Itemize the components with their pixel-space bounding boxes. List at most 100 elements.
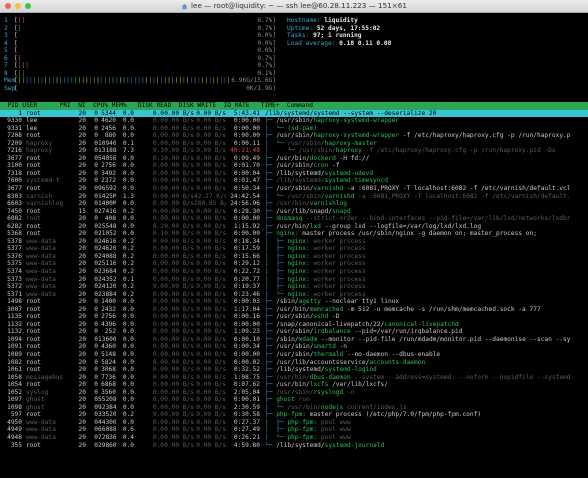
process-ni: 0 bbox=[86, 185, 98, 193]
process-tim: 0:00.00 bbox=[226, 215, 260, 223]
process-row[interactable]: 355 root 20 0 29860 0.0 0.0 0.00 B/s 0.00 B/s 4:5… bbox=[0, 442, 588, 450]
command-text: nginx: worker process bbox=[287, 291, 365, 298]
tree-branch: ├─ bbox=[265, 411, 276, 418]
process-row[interactable]: 5373 www-data 20 0 24352 0.1 0.0 0.00 B/s 0.00 B… bbox=[0, 276, 588, 284]
process-row[interactable]: 1094 root 20 0 13600 0.0 0.0 0.00 B/s 0.00 B/s 0:… bbox=[0, 336, 588, 344]
terminal[interactable]: 1 [|| 6.7%] 2 [| 0.7%] 3 [0.0%] 4 [0.0%] 5 [0.0%] 6 [… bbox=[0, 13, 588, 478]
process-tim: 0:00.34 bbox=[226, 343, 260, 351]
command-text: /usr/bin/memcached -m 512 -u memcache -s… bbox=[276, 306, 541, 313]
process-mem: 0.0 bbox=[116, 200, 134, 208]
process-cpu: 92384 bbox=[98, 404, 116, 412]
process-pri: 20 bbox=[70, 404, 86, 412]
process-row[interactable]: 1054 root 20 0 6868 0.0 0.0 0.00 B/s 0.00 B/s 0:0… bbox=[0, 381, 588, 389]
process-cpu: 252 bbox=[98, 328, 116, 336]
process-tim: 0:00.02 bbox=[226, 359, 260, 367]
process-row[interactable]: 4949 www-data 20 0 66088 0.6 0.0 0.00 B/s 0.00 B… bbox=[0, 426, 588, 434]
process-row[interactable]: 9331 lee 20 0 2456 0.0 0.0 0.00 B/s 0.00 B/s 0:00… bbox=[0, 125, 588, 133]
tree-branch: ├─ bbox=[265, 381, 276, 388]
process-row[interactable]: 5368 root 20 0 21052 0.0 0.1 0.00 B/s 0.00 B/s 0:… bbox=[0, 230, 588, 238]
process-row[interactable]: 5374 www-data 20 0 23684 0.2 0.0 0.00 B/s 0.00 B… bbox=[0, 268, 588, 276]
process-row[interactable]: 1089 root 20 0 5148 0.0 0.0 0.00 B/s 0.00 B/s 0:0… bbox=[0, 351, 588, 359]
process-row[interactable]: 1082 root 20 0 5824 0.0 0.0 0.00 B/s 0.00 B/s 0:0… bbox=[0, 359, 588, 367]
process-pid: 5368 bbox=[0, 230, 22, 238]
minimize-window-button[interactable] bbox=[15, 3, 21, 9]
process-row[interactable]: 1097 ghost 20 0 55208 0.0 0.0 0.00 B/s 0.00 B/s 0… bbox=[0, 396, 588, 404]
zoom-window-button[interactable] bbox=[25, 3, 31, 9]
process-cpu: 2756 bbox=[98, 313, 116, 321]
process-user: root bbox=[22, 343, 70, 351]
process-row[interactable]: 4950 www-data 20 0 44300 0.0 0.0 0.00 B/s 0.00 B… bbox=[0, 419, 588, 427]
process-row[interactable]: 1061 root 20 0 3068 0.0 0.0 0.00 B/s 0.00 B/s 0:3… bbox=[0, 366, 588, 374]
meter-bar: [|||||||||||||||||||||||||||||||||||||||… bbox=[14, 77, 231, 85]
process-row[interactable]: 7600 systemd-t 20 0 2372 0.0 0.0 0.00 B/s 0.00 B… bbox=[0, 177, 588, 185]
process-tim: 1:08.75 bbox=[226, 374, 260, 382]
process-ni: 0 bbox=[86, 110, 98, 118]
process-row[interactable]: 1052 syslog 20 0 3560 0.0 0.0 0.00 B/s 0.00 B/s 2… bbox=[0, 389, 588, 397]
process-cpu: 33520 bbox=[98, 411, 116, 419]
process-tim: 4:59.80 bbox=[226, 442, 260, 450]
process-row[interactable]: 7209 haproxy 20 0 10940 0.1 0.0 0.00 B/s 0.00 B/… bbox=[0, 140, 588, 148]
process-dr: 0.0 bbox=[134, 411, 164, 419]
process-row[interactable]: 1 root 20 0 5344 0.0 0.0 0.00 B/s 0.00 B/s 5:43.4… bbox=[0, 110, 588, 118]
process-row[interactable]: 6282 root 20 0 25548 0.0 0.2 0.00 B/s 0.00 B/s 1:… bbox=[0, 223, 588, 231]
process-mem: 0.0 bbox=[116, 215, 134, 223]
process-row[interactable]: 5378 www-data 20 0 24616 0.2 0.0 0.00 B/s 0.00 B… bbox=[0, 238, 588, 246]
process-ni: 0 bbox=[86, 132, 98, 140]
process-row[interactable]: 1058 messagebus 20 0 7736 0.0 0.0 0.00 B/s 0.00 … bbox=[0, 374, 588, 382]
process-row[interactable]: 1132 root 20 0 4396 0.0 0.0 0.00 B/s 0.00 B/s 0:0… bbox=[0, 321, 588, 329]
process-user: root bbox=[22, 132, 70, 140]
process-dio: 0.00 B/s bbox=[194, 245, 226, 253]
meter-label: 3 bbox=[4, 32, 14, 40]
process-cpu: 5148 bbox=[98, 351, 116, 359]
process-row[interactable]: 7208 root 20 0 880 0.0 0.0 0.00 B/s 0.00 B/s 0:00… bbox=[0, 132, 588, 140]
tree-branch: ├─ bbox=[265, 170, 276, 177]
process-pri: 20 bbox=[70, 193, 86, 201]
tree-branch: ├─ bbox=[265, 117, 276, 124]
tree-branch: │ ├─ bbox=[265, 245, 287, 252]
process-row[interactable]: 1135 root 20 0 2756 0.0 0.0 0.00 B/s 0.00 B/s 0:0… bbox=[0, 313, 588, 321]
process-dio: 0.00 B/s bbox=[194, 223, 226, 231]
process-row[interactable]: 5372 www-data 20 0 24120 0.2 0.0 0.00 B/s 0.00 B… bbox=[0, 283, 588, 291]
process-command: ├─ /usr/lib/snapd/snapd bbox=[260, 208, 588, 216]
close-window-button[interactable] bbox=[5, 3, 11, 9]
process-row[interactable]: 5376 www-data 20 0 24088 0.2 0.0 0.00 B/s 0.00 B… bbox=[0, 253, 588, 261]
tree-branch: └─ bbox=[265, 442, 276, 449]
process-user: root bbox=[22, 328, 70, 336]
process-row[interactable]: 3677 root 20 0 54056 0.0 0.3 0.00 B/s 0.00 B/s 0:… bbox=[0, 155, 588, 163]
command-text: /usr/bin/dbus-daemon --system --address=… bbox=[276, 374, 570, 381]
process-mem: 7.3 bbox=[116, 147, 134, 155]
process-row[interactable]: 6603 varnishlog 20 0 1400M 0.0 0.0 0.00 B/s 280.… bbox=[0, 200, 588, 208]
process-row[interactable]: 8303 varnish 20 0 1425M 1.3 0.0 0.00 B/s 42.27 K… bbox=[0, 193, 588, 201]
process-cpu: 27416 bbox=[98, 208, 116, 216]
process-cpu: 4396 bbox=[98, 321, 116, 329]
process-row[interactable]: 7216 haproxy 20 0 13188 7.3 0.3 0.00 B/s 0.00 B/… bbox=[0, 147, 588, 155]
process-user: root bbox=[22, 313, 70, 321]
process-user: root bbox=[22, 306, 70, 314]
process-list[interactable]: 1 root 20 0 5344 0.0 0.0 0.00 B/s 0.00 B/s 5:43.4… bbox=[0, 110, 588, 450]
process-table-header[interactable]: PID USER PRI NI CPU% MEM% DISK READ DISK… bbox=[0, 102, 588, 110]
process-row[interactable]: 3677 root 20 0 96592 0.0 0.0 0.00 B/s 0.00 B/s 0:… bbox=[0, 185, 588, 193]
process-row[interactable]: 597 root 20 0 33520 0.2 0.0 0.00 B/s 0.00 B/s 0:3… bbox=[0, 411, 588, 419]
process-row[interactable]: 7318 root 20 0 3492 0.0 0.0 0.00 B/s 0.00 B/s 0:0… bbox=[0, 170, 588, 178]
process-row[interactable]: 5377 www-data 20 0 24620 0.2 0.0 0.00 B/s 0.00 B… bbox=[0, 245, 588, 253]
process-row[interactable]: 1091 root 20 0 4360 0.0 0.0 0.00 B/s 0.00 B/s 0:0… bbox=[0, 343, 588, 351]
process-row[interactable]: 5375 www-data 20 0 25116 0.2 0.0 0.00 B/s 0.00 B… bbox=[0, 260, 588, 268]
command-text: dnsmasq --strict-order --bind-interfaces… bbox=[276, 215, 570, 222]
process-row[interactable]: 1498 root 20 0 1400 0.0 0.0 0.00 B/s 0.00 B/s 0:0… bbox=[0, 298, 588, 306]
process-row[interactable]: 1098 ghost 20 0 92384 0.0 0.0 0.00 B/s 0.00 B/s 2… bbox=[0, 404, 588, 412]
process-pri: 20 bbox=[70, 223, 86, 231]
uptime-value: 52 days, 17:55:02 bbox=[317, 25, 380, 32]
process-ni: 0 bbox=[86, 396, 98, 404]
process-dio: 0.00 B/s bbox=[194, 125, 226, 133]
process-command: │ └─ /usr/bin/nodejs current/index.js bbox=[260, 404, 588, 412]
process-row[interactable]: 3100 root 20 0 2756 0.0 0.0 0.00 B/s 0.00 B/s 0:0… bbox=[0, 162, 588, 170]
process-row[interactable]: 4948 www-data 20 0 72836 0.4 0.0 0.00 B/s 0.00 B… bbox=[0, 434, 588, 442]
process-row[interactable]: 1132 root 20 0 252 0.0 0.0 0.00 B/s 0.00 B/s 1:09… bbox=[0, 328, 588, 336]
process-dio: 0.00 B/s bbox=[194, 404, 226, 412]
process-row[interactable]: 5371 www-data 20 0 23884 0.2 0.0 0.00 B/s 0.00 B… bbox=[0, 291, 588, 299]
process-row[interactable]: 9330 lee 20 0 4620 0.0 0.0 0.00 B/s 0.00 B/s 0:00… bbox=[0, 117, 588, 125]
process-pid: 9331 bbox=[0, 125, 22, 133]
process-row[interactable]: 7450 root 15 0 27416 0.2 0.0 0.00 B/s 0.00 B/s 0:… bbox=[0, 208, 588, 216]
process-row[interactable]: 3007 root 20 0 2432 0.0 0.0 0.00 B/s 0.00 B/s 1:1… bbox=[0, 306, 588, 314]
process-row[interactable]: 6082 root 20 0 408 0.0 0.0 0.00 B/s 0.00 B/s 0:00… bbox=[0, 215, 588, 223]
